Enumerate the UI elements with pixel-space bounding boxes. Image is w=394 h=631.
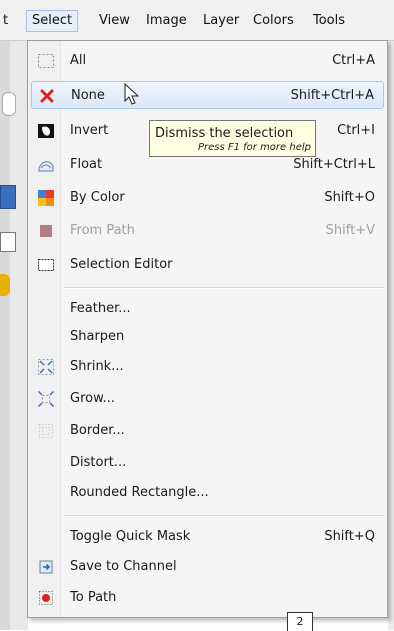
invert-selection-icon bbox=[37, 122, 55, 140]
menubar-item-select[interactable]: Select bbox=[26, 10, 79, 32]
canvas-fragment-top bbox=[2, 92, 16, 116]
border-icon bbox=[37, 422, 55, 440]
menu-item-shortcut: Ctrl+I bbox=[337, 123, 375, 138]
menu-item-grow[interactable]: Grow... bbox=[31, 385, 384, 413]
menu-item-label: Save to Channel bbox=[70, 559, 177, 574]
menubar-item-tools[interactable]: Tools bbox=[310, 11, 348, 31]
menu-item-label: Sharpen bbox=[70, 329, 125, 344]
menubar-item-colors[interactable]: Colors bbox=[250, 11, 297, 31]
tooltip-help: Press F1 for more help bbox=[197, 142, 311, 153]
canvas-tab-number: 2 bbox=[287, 612, 313, 631]
menu-item-save-to-channel[interactable]: Save to Channel bbox=[31, 553, 384, 581]
menu-item-selection-editor[interactable]: Selection Editor bbox=[31, 251, 384, 279]
menu-bar: t Select View Image Layer Colors Tools bbox=[0, 0, 394, 41]
canvas-fragment-yellow bbox=[0, 274, 10, 296]
tooltip-title: Dismiss the selection bbox=[155, 126, 294, 141]
menu-item-from-path[interactable]: From Path Shift+V bbox=[31, 217, 384, 245]
menu-item-shortcut: Shift+O bbox=[324, 190, 375, 205]
menu-item-shrink[interactable]: Shrink... bbox=[31, 353, 384, 381]
menu-item-label: Shrink... bbox=[70, 359, 124, 374]
menu-item-label: To Path bbox=[70, 590, 117, 605]
menu-item-shortcut: Shift+V bbox=[325, 223, 375, 238]
float-selection-icon bbox=[37, 156, 55, 174]
menu-item-feather[interactable]: Feather... bbox=[31, 295, 384, 323]
menu-separator bbox=[64, 515, 384, 517]
menu-item-label: From Path bbox=[70, 223, 135, 238]
menubar-item-layer[interactable]: Layer bbox=[200, 11, 242, 31]
menu-item-label: Float bbox=[70, 157, 103, 172]
menu-item-shortcut: Ctrl+A bbox=[332, 53, 375, 68]
menu-item-border[interactable]: Border... bbox=[31, 417, 384, 445]
save-to-channel-icon bbox=[37, 558, 55, 576]
menu-item-distort[interactable]: Distort... bbox=[31, 449, 384, 477]
menu-item-all[interactable]: All Ctrl+A bbox=[31, 47, 384, 75]
menu-item-label: Invert bbox=[70, 123, 109, 138]
menu-item-toggle-quick-mask[interactable]: Toggle Quick Mask Shift+Q bbox=[31, 523, 384, 551]
right-panel-edge bbox=[388, 41, 394, 630]
menubar-item-view[interactable]: View bbox=[96, 11, 133, 31]
tooltip: Dismiss the selection Press F1 for more … bbox=[149, 120, 316, 157]
menu-item-none[interactable]: None Shift+Ctrl+A bbox=[31, 81, 384, 109]
to-path-icon bbox=[37, 589, 55, 607]
menu-separator bbox=[64, 287, 384, 289]
selection-from-path-icon bbox=[37, 222, 55, 240]
shrink-icon bbox=[37, 358, 55, 376]
menu-item-rounded-rectangle[interactable]: Rounded Rectangle... bbox=[31, 479, 384, 507]
menu-item-shortcut: Shift+Ctrl+A bbox=[290, 88, 374, 103]
menu-item-to-path[interactable]: To Path bbox=[31, 584, 384, 612]
menu-item-label: Toggle Quick Mask bbox=[70, 529, 191, 544]
menu-item-label: By Color bbox=[70, 190, 125, 205]
menu-item-label: Selection Editor bbox=[70, 257, 173, 272]
menubar-item-image[interactable]: Image bbox=[143, 11, 190, 31]
menu-item-label: None bbox=[71, 88, 105, 103]
menu-item-shortcut: Shift+Ctrl+L bbox=[293, 157, 375, 172]
mouse-cursor-icon bbox=[124, 82, 142, 107]
menu-item-sharpen[interactable]: Sharpen bbox=[31, 323, 384, 351]
menu-item-label: Rounded Rectangle... bbox=[70, 485, 209, 500]
canvas-fragment-lower bbox=[0, 232, 16, 252]
select-all-icon bbox=[37, 52, 55, 70]
grow-icon bbox=[37, 390, 55, 408]
menu-item-by-color[interactable]: By Color Shift+O bbox=[31, 184, 384, 212]
menu-item-label: Feather... bbox=[70, 301, 131, 316]
menu-item-shortcut: Shift+Q bbox=[324, 529, 375, 544]
canvas-fragment-mid bbox=[0, 185, 16, 209]
menu-item-label: Border... bbox=[70, 423, 125, 438]
canvas-edge-strip bbox=[0, 41, 10, 630]
select-by-color-icon bbox=[37, 189, 55, 207]
selection-editor-icon bbox=[37, 256, 55, 274]
menu-item-label: Grow... bbox=[70, 391, 115, 406]
menu-item-label: Distort... bbox=[70, 455, 127, 470]
menubar-item-truncated[interactable]: t bbox=[0, 11, 11, 31]
select-none-icon bbox=[38, 87, 56, 105]
menu-item-label: All bbox=[70, 53, 87, 68]
